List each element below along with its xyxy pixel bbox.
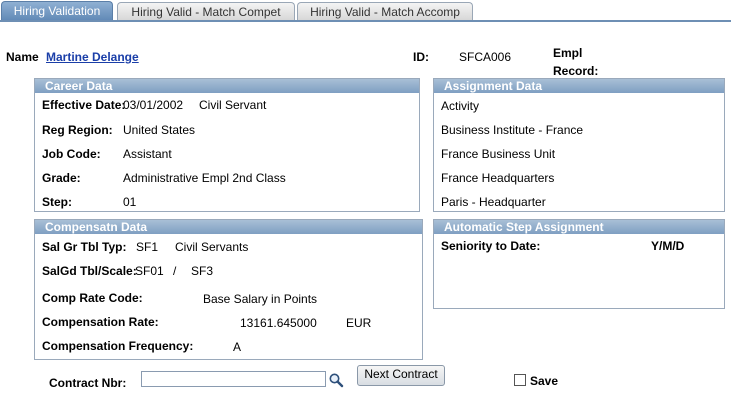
contract-nbr-input[interactable] (141, 371, 326, 387)
employee-name-link[interactable]: Martine Delange (46, 50, 139, 64)
salgd-separator: / (173, 264, 177, 278)
step-label: Step: (42, 195, 72, 209)
salgd-scale-value: SF3 (191, 264, 214, 278)
job-code-value: Assistant (123, 147, 172, 161)
sal-gr-tbl-typ-code: SF1 (136, 240, 159, 254)
tab-hiring-valid-match-compet[interactable]: Hiring Valid - Match Compet (117, 2, 295, 21)
compensation-frequency-label: Compensation Frequency: (42, 339, 194, 353)
step-value: 01 (123, 195, 137, 209)
tab-underline (0, 20, 731, 22)
comp-rate-code-label: Comp Rate Code: (42, 291, 143, 305)
comp-rate-code-value: Base Salary in Points (203, 292, 318, 306)
salgd-tbl-code: SF01 (135, 264, 164, 278)
tab-hiring-valid-match-accomp[interactable]: Hiring Valid - Match Accomp (297, 2, 473, 21)
assignment-item: Activity (441, 99, 480, 113)
career-data-header: Career Data (35, 79, 419, 93)
compensation-frequency-value: A (233, 340, 242, 354)
empl-record-label-line2: Record: (553, 64, 599, 78)
seniority-to-date-label: Seniority to Date: (441, 239, 541, 253)
compensation-rate-currency: EUR (346, 316, 372, 330)
id-value: SFCA006 (459, 50, 512, 64)
assignment-data-header: Assignment Data (434, 79, 724, 93)
name-label: Name (6, 50, 39, 64)
grade-label: Grade: (42, 171, 81, 185)
id-label: ID: (413, 50, 429, 64)
empl-record-label-line1: Empl (553, 46, 583, 60)
effective-date-label: Effective Date: (42, 98, 126, 112)
compensation-data-header: Compensatn Data (35, 220, 422, 234)
automatic-step-assignment-group: Automatic Step Assignment (433, 219, 725, 309)
tab-hiring-validation[interactable]: Hiring Validation (1, 1, 113, 22)
tab-bar: Hiring Validation Hiring Valid - Match C… (0, 0, 731, 22)
save-checkbox[interactable] (514, 374, 526, 386)
effective-date-value: 03/01/2002 (123, 98, 184, 112)
compensation-rate-label: Compensation Rate: (42, 315, 159, 329)
automatic-step-assignment-header: Automatic Step Assignment (434, 220, 724, 234)
salgd-tbl-scale-label: SalGd Tbl/Scale: (42, 264, 137, 278)
assignment-item: France Headquarters (441, 171, 555, 185)
compensation-rate-value: 13161.645000 (240, 316, 317, 330)
contract-nbr-label: Contract Nbr: (49, 376, 127, 390)
magnifier-icon[interactable] (328, 372, 344, 388)
assignment-item: Paris - Headquarter (441, 195, 546, 209)
sal-gr-tbl-typ-label: Sal Gr Tbl Typ: (42, 240, 127, 254)
sal-gr-tbl-typ-desc: Civil Servants (175, 240, 249, 254)
assignment-item: France Business Unit (441, 147, 556, 161)
reg-region-label: Reg Region: (42, 123, 113, 137)
next-contract-button[interactable]: Next Contract (357, 365, 445, 386)
effective-date-extra: Civil Servant (199, 98, 267, 112)
reg-region-value: United States (123, 123, 196, 137)
seniority-to-date-format: Y/M/D (651, 239, 685, 253)
job-code-label: Job Code: (42, 147, 101, 161)
grade-value: Administrative Empl 2nd Class (123, 171, 286, 185)
assignment-item: Business Institute - France (441, 123, 584, 137)
save-label: Save (530, 374, 559, 388)
